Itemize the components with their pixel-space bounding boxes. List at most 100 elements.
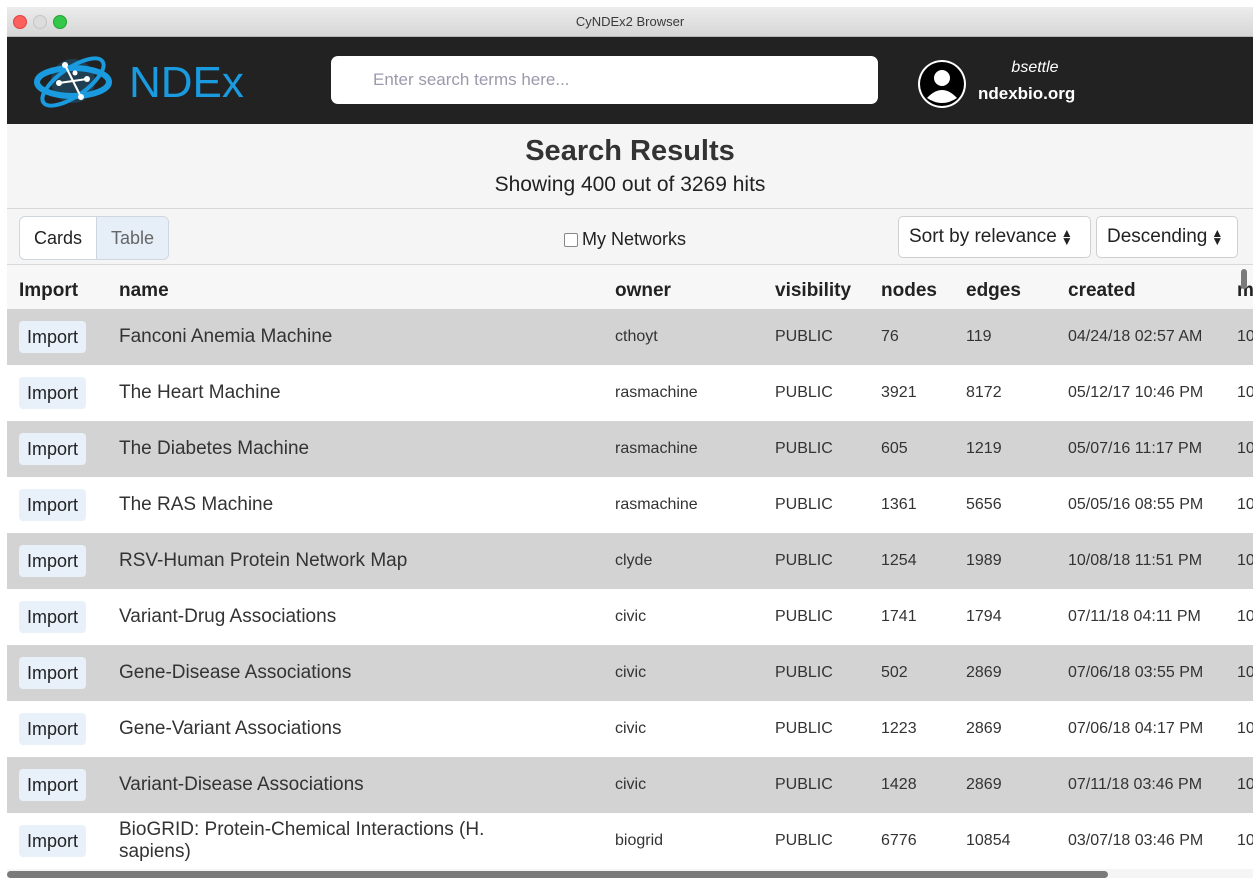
search-input[interactable] (331, 56, 878, 104)
column-header-created[interactable]: created (1068, 280, 1136, 302)
network-edge-count: 10854 (966, 832, 1011, 849)
column-header-import[interactable]: Import (19, 280, 78, 302)
network-node-count: 3921 (881, 384, 917, 401)
user-avatar-icon[interactable] (918, 60, 966, 108)
network-modified-date: 10 (1237, 496, 1253, 513)
network-edge-count: 8172 (966, 384, 1002, 401)
network-created-date: 05/12/17 10:46 PM (1068, 384, 1204, 401)
network-name[interactable]: The RAS Machine (119, 477, 549, 533)
import-button[interactable]: Import (19, 713, 87, 745)
sort-order-select[interactable]: Descending ▲ ▼ (1096, 216, 1238, 258)
logo-text: NDEx (129, 58, 244, 107)
table-row[interactable]: Import Gene-Disease Associations civic PUBL… (7, 645, 1253, 701)
table-row[interactable]: Import RSV-Human Protein Network Map clyde… (7, 533, 1253, 589)
network-visibility: PUBLIC (775, 664, 833, 681)
network-visibility: PUBLIC (775, 608, 833, 625)
sort-order-value: Descending (1107, 226, 1208, 247)
network-edge-count: 2869 (966, 720, 1002, 737)
network-name[interactable]: The Heart Machine (119, 365, 549, 421)
table-row[interactable]: Import Variant-Drug Associations civic PUBL… (7, 589, 1253, 645)
network-owner: civic (615, 664, 647, 681)
import-button[interactable]: Import (19, 601, 87, 633)
network-created-date: 07/11/18 04:11 PM (1068, 608, 1201, 625)
network-name[interactable]: Variant-Disease Associations (119, 757, 549, 813)
network-created-date: 04/24/18 02:57 AM (1068, 328, 1203, 345)
title-bar: CyNDEx2 Browser (7, 7, 1253, 37)
table-view-button[interactable]: Table (96, 217, 169, 259)
network-edge-count: 119 (966, 328, 992, 345)
network-visibility: PUBLIC (775, 496, 833, 513)
browser-window: CyNDEx2 Browser NDEx Enter search terms … (7, 7, 1253, 878)
column-header-name[interactable]: name (119, 280, 169, 302)
network-edge-count: 2869 (966, 776, 1002, 793)
network-modified-date: 10 (1237, 832, 1253, 849)
column-header-owner[interactable]: owner (615, 280, 671, 302)
network-edge-count: 1989 (966, 552, 1002, 569)
results-count: Showing 400 out of 3269 hits (494, 173, 766, 196)
network-owner: rasmachine (615, 384, 698, 401)
network-node-count: 6776 (881, 832, 917, 849)
table-row[interactable]: Import BioGRID: Protein-Chemical Interact… (7, 813, 1253, 869)
vertical-scrollbar[interactable] (1241, 269, 1247, 289)
network-node-count: 605 (881, 440, 908, 457)
network-node-count: 1361 (881, 496, 917, 513)
network-owner: rasmachine (615, 496, 698, 513)
my-networks-filter[interactable]: My Networks (564, 229, 686, 250)
my-networks-checkbox[interactable] (564, 232, 578, 247)
user-host: ndexbio.org (978, 84, 1076, 103)
network-node-count: 502 (881, 664, 908, 681)
network-created-date: 03/07/18 03:46 PM (1068, 832, 1204, 849)
divider (7, 208, 1253, 209)
import-button[interactable]: Import (19, 489, 87, 521)
cards-view-button[interactable]: Cards (20, 217, 96, 259)
network-edge-count: 2869 (966, 664, 1002, 681)
network-node-count: 76 (881, 328, 899, 345)
network-name[interactable]: Variant-Drug Associations (119, 589, 549, 645)
import-button[interactable]: Import (19, 825, 87, 857)
table-row[interactable]: Import The RAS Machine rasmachine PUBLIC 136… (7, 477, 1253, 533)
network-name[interactable]: BioGRID: Protein-Chemical Interactions (… (119, 813, 549, 869)
window-title: CyNDEx2 Browser (575, 14, 685, 29)
column-header-edges[interactable]: edges (966, 280, 1021, 302)
network-name[interactable]: Gene-Disease Associations (119, 645, 549, 701)
network-created-date: 10/08/18 11:51 PM (1068, 552, 1203, 569)
network-name[interactable]: The Diabetes Machine (119, 421, 549, 477)
network-name[interactable]: RSV-Human Protein Network Map (119, 533, 549, 589)
import-button[interactable]: Import (19, 321, 87, 353)
horizontal-scrollbar[interactable] (7, 871, 1108, 878)
network-owner: civic (615, 776, 647, 793)
table-row[interactable]: Import The Diabetes Machine rasmachine PUBL… (7, 421, 1253, 477)
import-button[interactable]: Import (19, 769, 87, 801)
table-row[interactable]: Import Fanconi Anemia Machine cthoyt PUBLIC… (7, 309, 1253, 365)
network-visibility: PUBLIC (775, 440, 833, 457)
network-edge-count: 1794 (966, 608, 1002, 625)
import-button[interactable]: Import (19, 657, 87, 689)
network-node-count: 1741 (881, 608, 917, 625)
network-modified-date: 10 (1237, 776, 1253, 793)
sort-by-select[interactable]: Sort by relevance ▲ ▼ (898, 216, 1091, 258)
network-modified-date: 10 (1237, 608, 1253, 625)
network-modified-date: 10 (1237, 440, 1253, 457)
network-name[interactable]: Fanconi Anemia Machine (119, 309, 549, 365)
import-button[interactable]: Import (19, 377, 87, 409)
table-row[interactable]: Import Gene-Variant Associations civic PUBL… (7, 701, 1253, 757)
network-modified-date: 10 (1237, 552, 1253, 569)
ndex-logo[interactable]: NDEx (33, 51, 303, 109)
column-header-nodes[interactable]: nodes (881, 280, 937, 302)
import-button[interactable]: Import (19, 433, 87, 465)
network-modified-date: 10 (1237, 664, 1253, 681)
network-node-count: 1428 (881, 776, 917, 793)
network-owner: clyde (615, 552, 653, 569)
table-header: Import name owner visibility nodes edges… (7, 265, 1253, 309)
table-row[interactable]: Import Variant-Disease Associations civic P… (7, 757, 1253, 813)
ndex-logo-icon: NDEx (34, 56, 244, 108)
network-name[interactable]: Gene-Variant Associations (119, 701, 549, 757)
column-header-visibility[interactable]: visibility (775, 280, 851, 302)
import-button[interactable]: Import (19, 545, 87, 577)
network-edge-count: 1219 (966, 440, 1002, 457)
network-modified-date: 10 (1237, 720, 1253, 737)
app-header: NDEx bsettle ndexbio.org (7, 37, 1253, 124)
network-node-count: 1254 (881, 552, 917, 569)
network-visibility: PUBLIC (775, 328, 833, 345)
table-row[interactable]: Import The Heart Machine rasmachine PUBLIC 3… (7, 365, 1253, 421)
